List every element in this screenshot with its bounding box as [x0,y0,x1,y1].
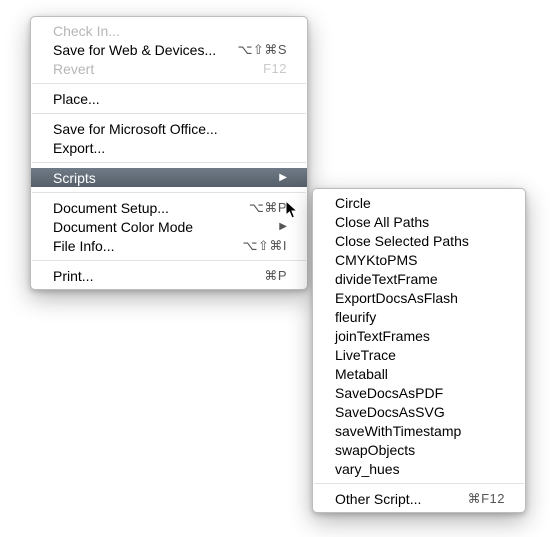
menu-item-scripts[interactable]: Scripts ▶ [31,168,307,187]
label: joinTextFrames [335,328,505,344]
submenu-item-other-script[interactable]: Other Script... ⌘F12 [313,489,525,508]
shortcut: ⌥⌘P [237,200,287,216]
shortcut: ⌘F12 [456,491,505,507]
menu-separator [32,83,306,84]
label: Place... [53,91,287,107]
shortcut: ⌘P [252,268,287,284]
submenu-item-close-selected-paths[interactable]: Close Selected Paths [313,231,525,250]
menu-item-revert: Revert F12 [31,59,307,78]
menu-item-save-ms-office[interactable]: Save for Microsoft Office... [31,119,307,138]
submenu-item-dividetextframe[interactable]: divideTextFrame [313,269,525,288]
submenu-arrow-icon: ▶ [279,173,287,183]
shortcut: ⌥⇧⌘S [225,42,287,58]
submenu-item-circle[interactable]: Circle [313,193,525,212]
label: ExportDocsAsFlash [335,290,505,306]
menu-item-check-in: Check In... [31,21,307,40]
submenu-arrow-icon: ▶ [279,222,287,232]
label: fleurify [335,309,505,325]
label: Save for Microsoft Office... [53,121,287,137]
menu-separator [32,260,306,261]
label: Document Color Mode [53,219,271,235]
submenu-item-livetrace[interactable]: LiveTrace [313,345,525,364]
shortcut: ⌥⇧⌘I [231,238,288,254]
label: Close Selected Paths [335,233,505,249]
submenu-item-savedocspdf[interactable]: SaveDocsAsPDF [313,383,525,402]
submenu-item-exportdocsasflash[interactable]: ExportDocsAsFlash [313,288,525,307]
shortcut: F12 [251,61,287,76]
label: saveWithTimestamp [335,423,505,439]
submenu-item-cmyktopms[interactable]: CMYKtoPMS [313,250,525,269]
label: vary_hues [335,461,505,477]
menu-item-file-info[interactable]: File Info... ⌥⇧⌘I [31,236,307,255]
label: swapObjects [335,442,505,458]
menu-item-place[interactable]: Place... [31,89,307,108]
menu-item-save-for-web[interactable]: Save for Web & Devices... ⌥⇧⌘S [31,40,307,59]
submenu-item-fleurify[interactable]: fleurify [313,307,525,326]
label: Check In... [53,23,287,39]
label: SaveDocsAsPDF [335,385,505,401]
menu-separator [32,113,306,114]
menu-item-document-setup[interactable]: Document Setup... ⌥⌘P [31,198,307,217]
submenu-item-savedocssvg[interactable]: SaveDocsAsSVG [313,402,525,421]
label: Scripts [53,170,271,186]
label: Save for Web & Devices... [53,42,225,58]
menu-item-document-color-mode[interactable]: Document Color Mode ▶ [31,217,307,236]
submenu-item-varyhues[interactable]: vary_hues [313,459,525,478]
menu-item-print[interactable]: Print... ⌘P [31,266,307,285]
menu-separator [314,483,524,484]
scripts-submenu: Circle Close All Paths Close Selected Pa… [312,188,526,513]
label: Print... [53,268,252,284]
menu-item-export[interactable]: Export... [31,138,307,157]
submenu-item-metaball[interactable]: Metaball [313,364,525,383]
label: File Info... [53,238,231,254]
label: SaveDocsAsSVG [335,404,505,420]
label: Other Script... [335,491,456,507]
file-menu: Check In... Save for Web & Devices... ⌥⇧… [30,16,308,290]
label: LiveTrace [335,347,505,363]
label: Metaball [335,366,505,382]
submenu-item-savewithtimestamp[interactable]: saveWithTimestamp [313,421,525,440]
label: Export... [53,140,287,156]
menu-separator [32,192,306,193]
label: Document Setup... [53,200,237,216]
label: Circle [335,195,505,211]
label: CMYKtoPMS [335,252,505,268]
submenu-item-jointextframes[interactable]: joinTextFrames [313,326,525,345]
submenu-item-swapobjects[interactable]: swapObjects [313,440,525,459]
menu-separator [32,162,306,163]
label: Close All Paths [335,214,505,230]
label: Revert [53,61,251,77]
submenu-item-close-all-paths[interactable]: Close All Paths [313,212,525,231]
label: divideTextFrame [335,271,505,287]
